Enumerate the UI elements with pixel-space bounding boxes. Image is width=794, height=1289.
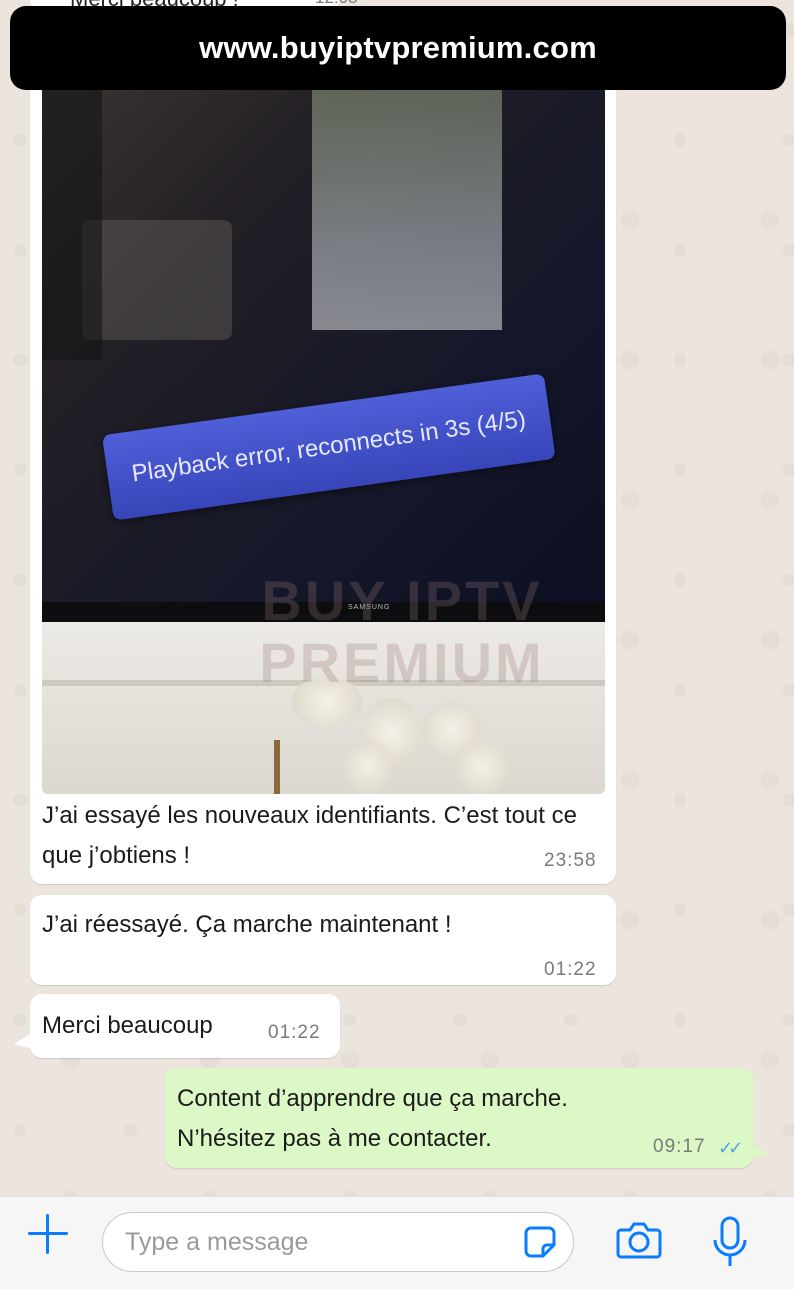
read-receipt-icon: ✓✓ (718, 1138, 743, 1158)
message-text: J’ai réessayé. Ça marche maintenant ! (42, 911, 452, 938)
sticker-icon[interactable] (523, 1225, 557, 1259)
message-time: 23:58 (544, 850, 597, 871)
message-time: 01:22 (544, 959, 597, 980)
message-text: Merci beaucoup (42, 1012, 213, 1039)
bubble-tail (752, 1144, 770, 1158)
website-banner: www.buyiptvpremium.com (10, 6, 786, 90)
photo-caption: J’ai essayé les nouveaux identifiants. C… (42, 802, 577, 869)
incoming-message-bubble: J’ai réessayé. Ça marche maintenant ! 01… (30, 895, 616, 985)
message-input[interactable]: Type a message (102, 1212, 574, 1272)
outgoing-message-bubble: Content d’apprendre que ça marche. N’hés… (165, 1068, 753, 1168)
photo-attachment[interactable]: SAMSUNG Playback error, reconnects in 3s… (42, 80, 605, 794)
incoming-message-bubble: Merci beaucoup 01:22 (30, 994, 340, 1058)
message-text: Content d’apprendre que ça marche. N’hés… (177, 1085, 568, 1152)
microphone-icon[interactable] (710, 1216, 750, 1268)
camera-icon[interactable] (616, 1220, 662, 1260)
tv-screen (42, 80, 605, 620)
plus-icon[interactable] (28, 1214, 68, 1254)
message-input-placeholder: Type a message (125, 1228, 309, 1256)
watermark: BUY IPTV PREMIUM (259, 569, 545, 694)
photo-message-bubble: SAMSUNG Playback error, reconnects in 3s… (30, 68, 616, 884)
banner-url: www.buyiptvpremium.com (199, 30, 597, 65)
message-time: 01:22 (268, 1022, 321, 1043)
bubble-tail (14, 1034, 30, 1048)
message-time: 09:17 (653, 1136, 706, 1157)
